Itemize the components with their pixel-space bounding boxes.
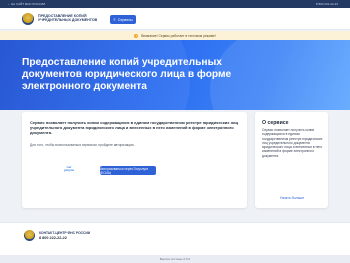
footer-phone[interactable]: 8 800 222-22-22 [39, 236, 67, 240]
services-button[interactable]: ≡ Сервисы [110, 15, 136, 24]
fns-home-link-label: НА САЙТ ФНС РОССИИ [11, 2, 46, 6]
notice-text: Внимание! Сервис работает в тестовом реж… [141, 33, 216, 38]
site-footer: КОНТАКТ-ЦЕНТР ФНС РОССИИ 8 800 222-22-22 [0, 222, 350, 255]
arrow-left-icon: ‹ [8, 2, 9, 6]
about-title: О сервисе [262, 120, 289, 126]
system-version: Версия системы 0.5.0 [0, 255, 350, 263]
brand-title[interactable]: ПРЕДОСТАВЛЕНИЕ КОПИЙ УЧРЕДИТЕЛЬНЫХ ДОКУМ… [38, 14, 108, 23]
service-description: Сервис позволяет получить копии содержащ… [30, 120, 239, 136]
footer-emblem-logo [24, 230, 35, 241]
services-button-label: Сервисы [117, 17, 133, 22]
warning-icon: ! [134, 33, 139, 38]
auth-hint: Для того, чтобы воспользоваться сервисом… [30, 143, 135, 147]
contact-center-label: КОНТАКТ-ЦЕНТР ФНС РОССИИ [39, 231, 91, 235]
top-phone[interactable]: 8 800 222-22-22 [316, 2, 338, 6]
main-card: Сервис позволяет получить копии содержащ… [22, 112, 247, 208]
test-mode-notice: ! Внимание! Сервис работает в тестовом р… [0, 31, 350, 40]
gosuslugi-logo: гос услуги [62, 162, 76, 176]
top-bar: ‹ НА САЙТ ФНС РОССИИ 8 800 222-22-22 [0, 0, 350, 8]
brand-line-2: УЧРЕДИТЕЛЬНЫХ ДОКУМЕНТОВ [38, 18, 98, 23]
hero-banner: Предоставление копий учредительных докум… [0, 40, 350, 110]
fns-home-link[interactable]: ‹ НА САЙТ ФНС РОССИИ [8, 2, 45, 6]
menu-icon: ≡ [113, 16, 116, 22]
fns-emblem-logo[interactable] [22, 13, 34, 25]
page-title: Предоставление копий учредительных докум… [22, 57, 232, 92]
gosuslugi-logo-line-2: услуги [64, 168, 74, 172]
about-text: Сервис позволяет получить копии содержащ… [262, 128, 323, 158]
learn-more-link[interactable]: Узнать больше [262, 196, 322, 200]
about-service-card: О сервисе Сервис позволяет получить копи… [255, 112, 328, 208]
site-header: ПРЕДОСТАВЛЕНИЕ КОПИЙ УЧРЕДИТЕЛЬНЫХ ДОКУМ… [0, 8, 350, 30]
esia-auth-button[interactable]: Авторизоваться через Госуслуги (ЕСИА) [100, 166, 156, 175]
